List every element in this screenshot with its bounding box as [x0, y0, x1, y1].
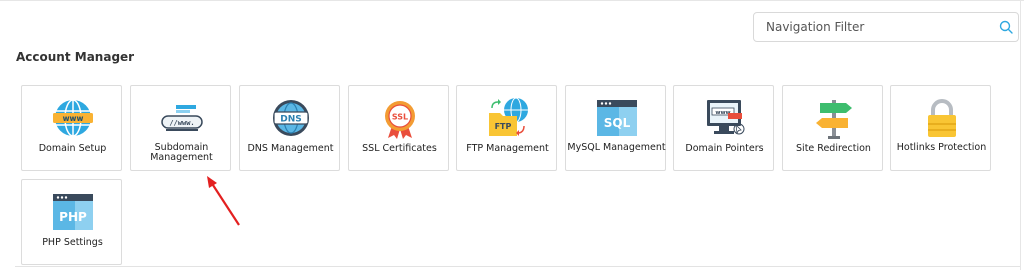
tile-dns-management[interactable]: DNS DNS Management — [239, 85, 340, 171]
tile-label: Subdomain Management — [150, 142, 213, 163]
search-icon[interactable] — [999, 20, 1013, 34]
tile-label: FTP Management — [466, 143, 549, 154]
globe-www-icon: www — [53, 99, 93, 137]
tile-php-settings[interactable]: PHP PHP Settings — [21, 179, 122, 265]
dns-globe-icon: DNS — [273, 100, 309, 136]
php-window-icon: PHP — [53, 194, 93, 230]
padlock-icon — [928, 99, 956, 137]
svg-text:SSL: SSL — [392, 113, 408, 122]
svg-text:www: www — [63, 114, 84, 123]
right-divider — [1020, 0, 1021, 270]
bottom-divider — [15, 266, 1020, 267]
svg-text:SQL: SQL — [604, 116, 631, 130]
tile-site-redirection[interactable]: Site Redirection — [782, 85, 883, 171]
top-divider — [0, 0, 1024, 1]
signpost-icon — [816, 100, 852, 139]
tile-ssl-certificates[interactable]: SSL SSL Certificates — [348, 85, 449, 171]
navigation-filter[interactable] — [753, 12, 1019, 42]
tile-label: DNS Management — [247, 143, 334, 154]
tile-subdomain-management[interactable]: //www. Subdomain Management — [130, 85, 231, 171]
navigation-filter-input[interactable] — [754, 13, 996, 41]
ssl-badge-icon: SSL — [385, 101, 415, 139]
tile-label: PHP Settings — [42, 237, 103, 248]
tile-label: Hotlinks Protection — [896, 142, 987, 153]
tile-label: Domain Pointers — [685, 143, 764, 154]
section-title: Account Manager — [16, 50, 135, 64]
monitor-www-icon: www — [707, 100, 745, 135]
svg-text://www.: //www. — [169, 119, 194, 127]
svg-text:DNS: DNS — [280, 115, 302, 125]
tile-mysql-management[interactable]: SQL MySQL Management — [565, 85, 666, 171]
ftp-folder-globe-icon: FTP — [489, 97, 528, 136]
tile-label: MySQL Management — [567, 142, 666, 153]
subdomain-www-bar-icon: //www. — [161, 105, 203, 131]
svg-text:PHP: PHP — [59, 210, 87, 224]
tile-label: SSL Certificates — [362, 143, 437, 154]
svg-text:FTP: FTP — [495, 122, 512, 131]
tile-label: Site Redirection — [796, 143, 871, 154]
annotation-arrow — [207, 176, 240, 226]
sql-database-icon: SQL — [597, 100, 637, 136]
tile-label: Domain Setup — [38, 143, 107, 154]
tile-hotlinks-protection[interactable]: Hotlinks Protection — [890, 85, 991, 171]
tile-domain-pointers[interactable]: www Domain Pointers — [673, 85, 774, 171]
tile-ftp-management[interactable]: FTP FTP Management — [456, 85, 557, 171]
tile-domain-setup[interactable]: www Domain Setup — [21, 85, 122, 171]
